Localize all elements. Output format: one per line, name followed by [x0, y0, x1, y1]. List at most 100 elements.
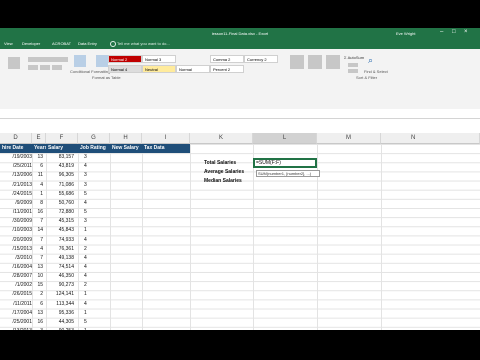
- years-cell[interactable]: 13: [32, 263, 43, 272]
- hire-date-cell[interactable]: /16/2004: [0, 263, 32, 272]
- table-row[interactable]: /13/2013390,253 1: [0, 327, 480, 330]
- tell-me-box[interactable]: Tell me what you want to do...: [110, 41, 170, 47]
- years-cell[interactable]: 3: [32, 327, 43, 330]
- table-row[interactable]: /11/2011 6 113,344 4: [0, 300, 480, 309]
- years-cell[interactable]: 4: [32, 181, 43, 190]
- hire-date-cell[interactable]: /15/2013: [0, 245, 32, 254]
- header-salary[interactable]: Salary: [46, 144, 78, 153]
- salary-cell[interactable]: 90,273: [46, 281, 74, 290]
- job-rating-cell[interactable]: 1: [84, 226, 95, 235]
- tab-data-entry[interactable]: Data Entry: [78, 41, 97, 46]
- table-row[interactable]: /19/2003 13 83,157 3: [0, 153, 480, 162]
- job-rating-cell[interactable]: 3: [84, 171, 95, 180]
- salary-cell[interactable]: 113,344: [46, 300, 74, 309]
- hire-date-cell[interactable]: /13/2013: [0, 327, 32, 330]
- table-row[interactable]: /26/2015 2 124,141 1: [0, 290, 480, 299]
- salary-cell[interactable]: 124,141: [46, 290, 74, 299]
- years-cell[interactable]: 1: [32, 190, 43, 199]
- hire-date-cell[interactable]: /1/2002: [0, 281, 32, 290]
- years-cell[interactable]: 7: [32, 254, 43, 263]
- years-cell[interactable]: 2: [32, 290, 43, 299]
- hire-date-cell[interactable]: /28/2007: [0, 272, 32, 281]
- format-as-table-label[interactable]: Format as Table: [92, 75, 121, 80]
- job-rating-cell[interactable]: 3: [84, 217, 95, 226]
- sort-filter-label[interactable]: Sort & Filter: [356, 75, 377, 80]
- job-rating-cell[interactable]: 2: [84, 245, 95, 254]
- job-rating-cell[interactable]: 5: [84, 318, 95, 327]
- fill-icon[interactable]: [348, 63, 358, 67]
- hire-date-cell[interactable]: /25/2001: [0, 318, 32, 327]
- style-normal-2[interactable]: Normal 2: [108, 55, 142, 63]
- hire-date-cell[interactable]: /11/2001: [0, 208, 32, 217]
- salary-cell[interactable]: 45,843: [46, 226, 74, 235]
- job-rating-cell[interactable]: 4: [84, 263, 95, 272]
- table-row[interactable]: /30/2009 7 45,315 3: [0, 217, 480, 226]
- salary-cell[interactable]: 96,305: [46, 171, 74, 180]
- salary-cell[interactable]: 74,514: [46, 263, 74, 272]
- job-rating-cell[interactable]: 3: [84, 153, 95, 162]
- job-rating-cell[interactable]: 4: [84, 236, 95, 245]
- column-header-h[interactable]: H: [110, 133, 142, 144]
- comma-icon[interactable]: [52, 65, 62, 70]
- minimize-icon[interactable]: –: [440, 29, 443, 35]
- table-row[interactable]: /15/2013 4 76,361 2: [0, 245, 480, 254]
- table-row[interactable]: /17/2004 13 95,336 1: [0, 309, 480, 318]
- hire-date-cell[interactable]: /26/2015: [0, 290, 32, 299]
- hire-date-cell[interactable]: /30/2009: [0, 217, 32, 226]
- restore-icon[interactable]: □: [452, 29, 456, 35]
- job-rating-cell[interactable]: 4: [84, 254, 95, 263]
- tab-developer[interactable]: Developer: [22, 41, 40, 46]
- years-cell[interactable]: 16: [32, 208, 43, 217]
- job-rating-cell[interactable]: 1: [84, 290, 95, 299]
- table-row[interactable]: /20/2009 7 74,933 4: [0, 236, 480, 245]
- years-cell[interactable]: 6: [32, 300, 43, 309]
- clear-icon[interactable]: [348, 69, 358, 73]
- style-percent-2[interactable]: Percent 2: [210, 65, 244, 73]
- hire-date-cell[interactable]: /9/2009: [0, 199, 32, 208]
- salary-cell[interactable]: 46,350: [46, 272, 74, 281]
- header-job-rating[interactable]: Job Rating: [78, 144, 110, 153]
- column-header-l[interactable]: L: [253, 133, 317, 144]
- autosum-label[interactable]: Σ AutoSum: [344, 55, 364, 60]
- years-cell[interactable]: 14: [32, 226, 43, 235]
- years-cell[interactable]: 15: [32, 281, 43, 290]
- years-cell[interactable]: 4: [32, 245, 43, 254]
- percent-icon[interactable]: [40, 65, 50, 70]
- conditional-formatting-label[interactable]: Conditional Formatting: [70, 69, 110, 74]
- style-currency-2[interactable]: Currency 2: [244, 55, 278, 63]
- hire-date-cell[interactable]: /21/2013: [0, 181, 32, 190]
- salary-cell[interactable]: 50,760: [46, 199, 74, 208]
- job-rating-cell[interactable]: 4: [84, 300, 95, 309]
- salary-cell[interactable]: 95,336: [46, 309, 74, 318]
- column-header-i[interactable]: I: [142, 133, 190, 144]
- format-cells-icon[interactable]: [326, 55, 340, 69]
- hire-date-cell[interactable]: /10/2003: [0, 226, 32, 235]
- delete-cells-icon[interactable]: [308, 55, 322, 69]
- style-normal[interactable]: Normal: [176, 65, 210, 73]
- salary-cell[interactable]: 44,305: [46, 318, 74, 327]
- column-header-k[interactable]: K: [190, 133, 253, 144]
- number-format-dropdown[interactable]: [28, 57, 68, 62]
- salary-cell[interactable]: 49,138: [46, 254, 74, 263]
- salary-cell[interactable]: 55,686: [46, 190, 74, 199]
- table-row[interactable]: /9/2009 8 50,760 4: [0, 199, 480, 208]
- wrap-text-icon[interactable]: [8, 57, 20, 69]
- job-rating-cell[interactable]: 4: [84, 162, 95, 171]
- salary-cell[interactable]: 45,315: [46, 217, 74, 226]
- conditional-formatting-icon[interactable]: [74, 55, 86, 67]
- active-cell-formula[interactable]: =SUM(F:F): [253, 158, 317, 168]
- header-tax-data[interactable]: Tax Data: [142, 144, 190, 153]
- salary-cell[interactable]: 76,361: [46, 245, 74, 254]
- table-row[interactable]: /25/2001 16 44,305 5: [0, 318, 480, 327]
- years-cell[interactable]: 10: [32, 272, 43, 281]
- years-cell[interactable]: 7: [32, 217, 43, 226]
- user-name[interactable]: Eve Wright: [396, 31, 416, 36]
- job-rating-cell[interactable]: 2: [84, 281, 95, 290]
- find-select-label[interactable]: Find & Select: [364, 69, 388, 74]
- years-cell[interactable]: 16: [32, 318, 43, 327]
- header-hire-date[interactable]: hire Date: [0, 144, 32, 153]
- table-row[interactable]: /16/2004 13 74,514 4: [0, 263, 480, 272]
- years-cell[interactable]: 7: [32, 236, 43, 245]
- style-normal-4[interactable]: Normal 4: [108, 65, 142, 73]
- column-header-e[interactable]: E: [32, 133, 46, 144]
